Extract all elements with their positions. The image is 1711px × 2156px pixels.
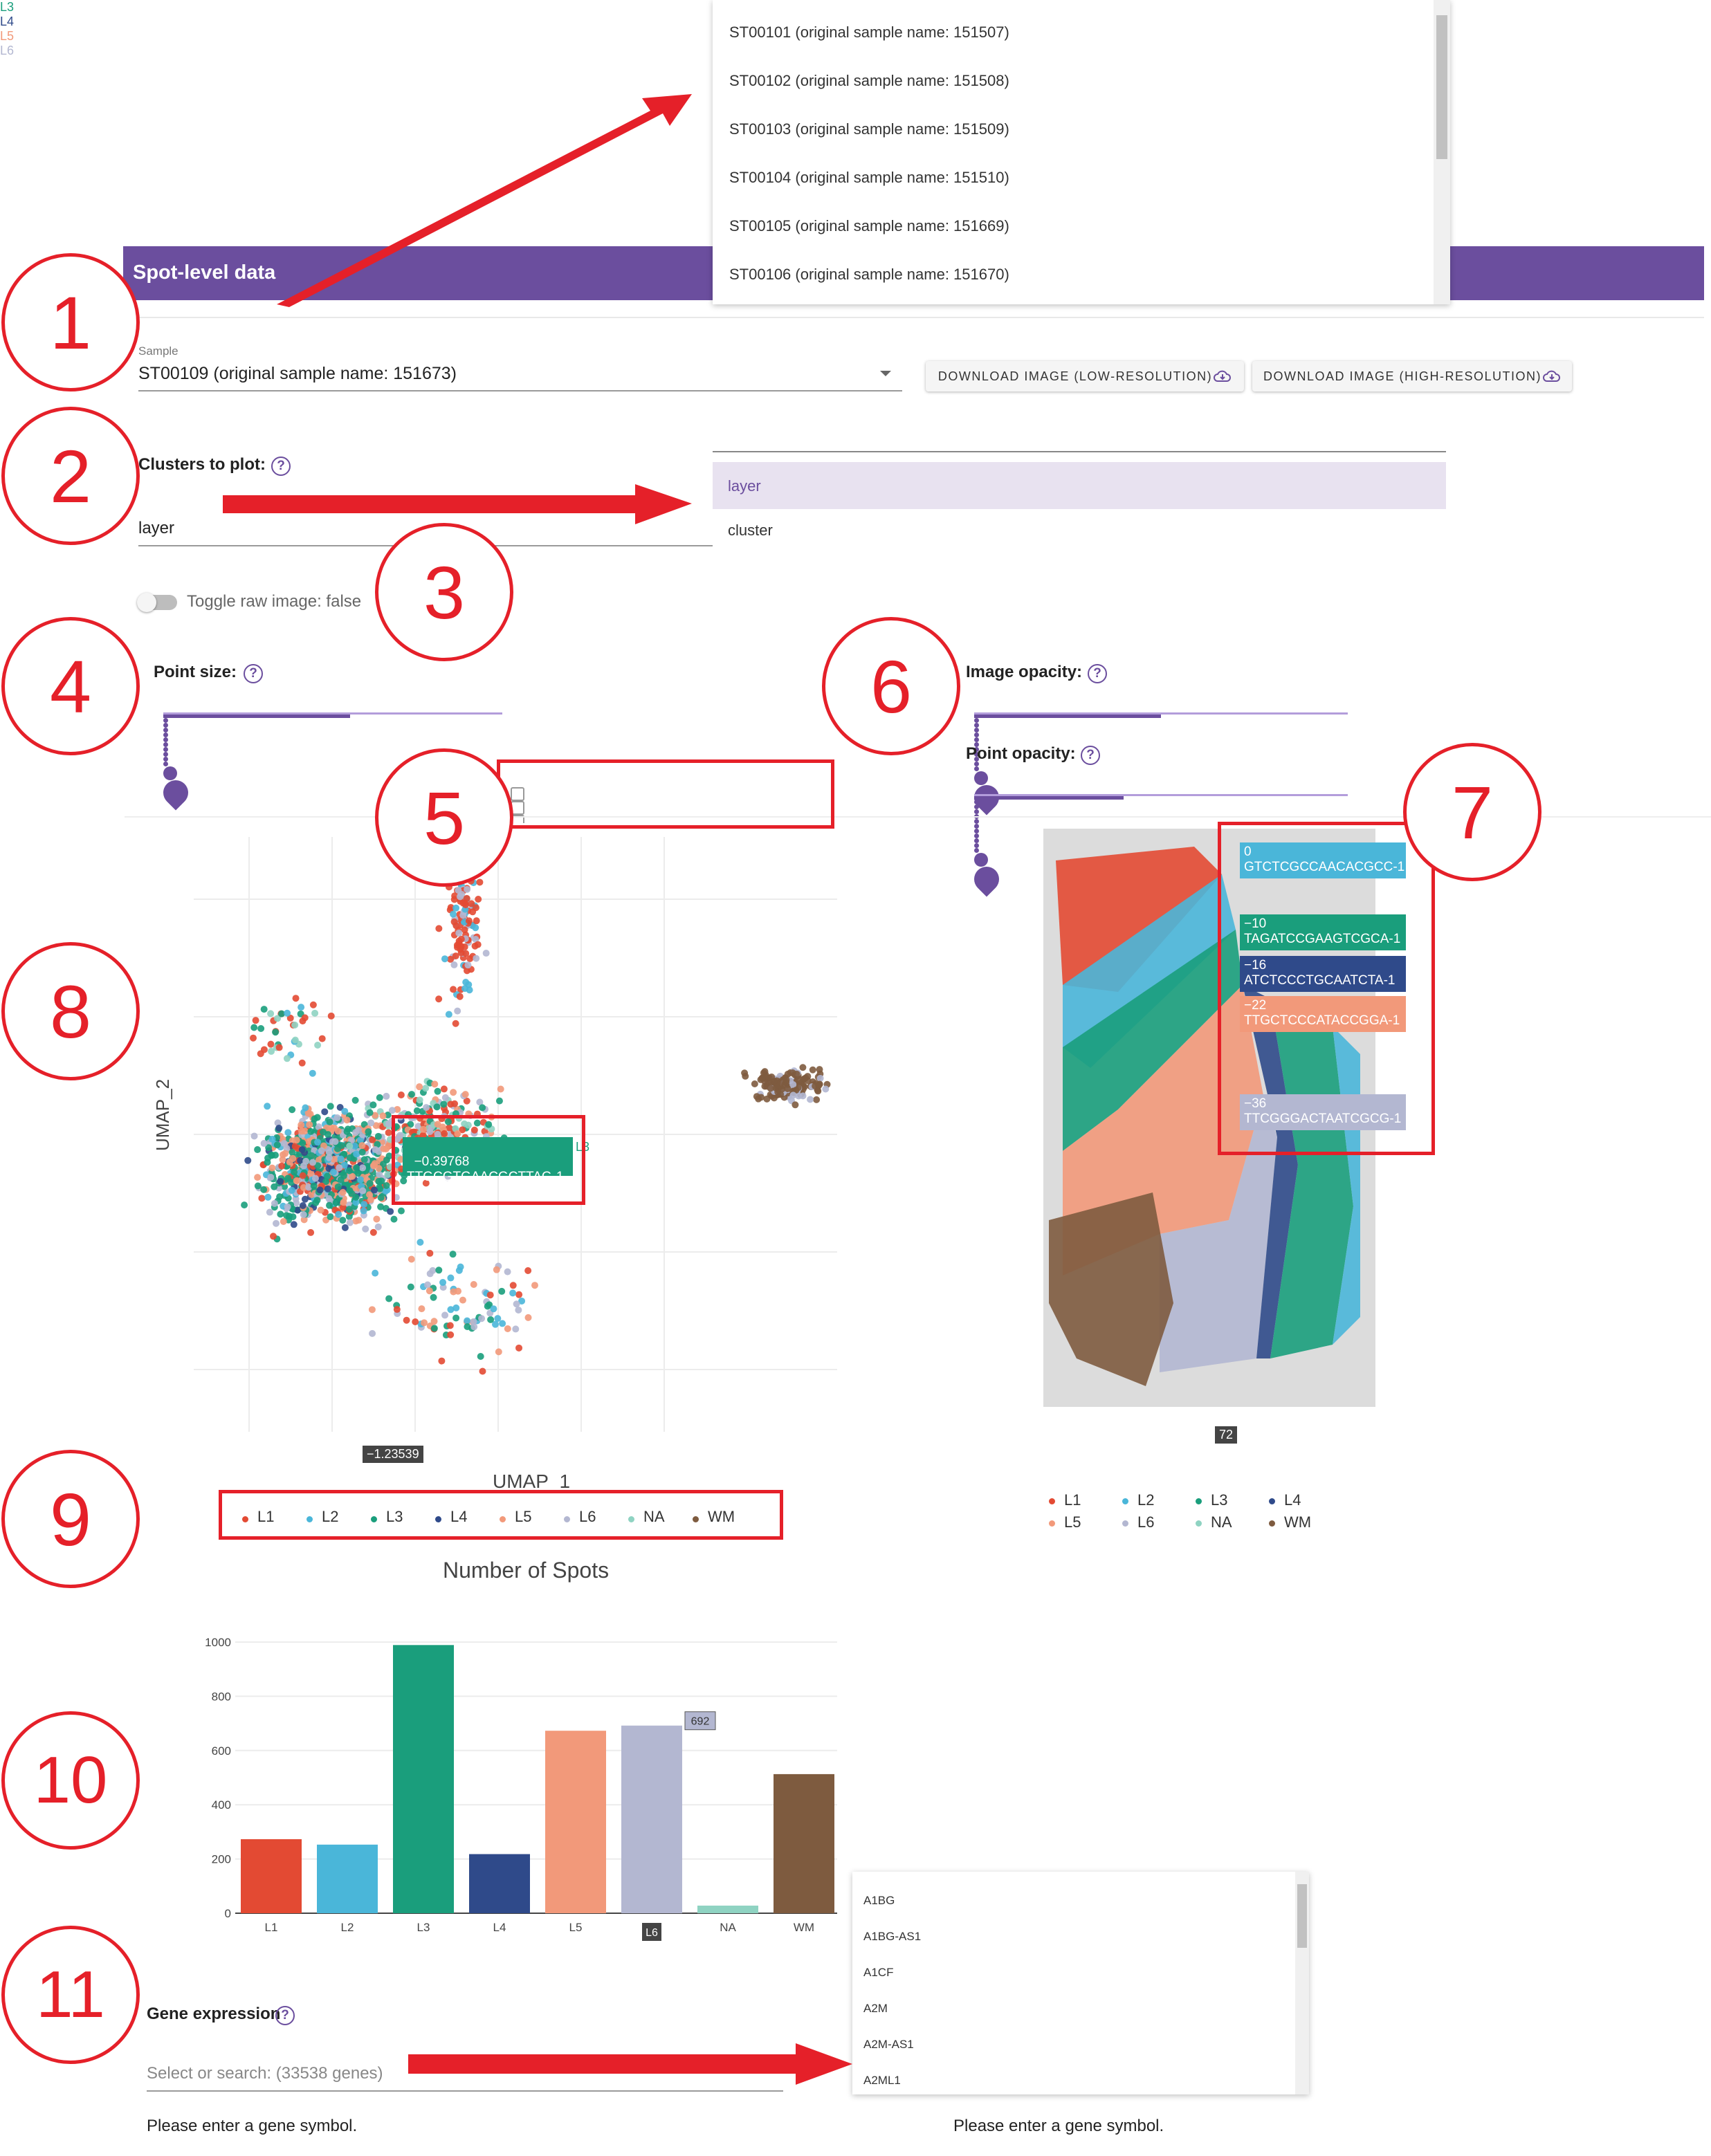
dropdown-scrollbar[interactable] — [1434, 0, 1450, 304]
annotation-marker: 8 — [1, 942, 140, 1080]
annotation-marker: 3 — [375, 523, 513, 661]
annotation-marker: 10 — [1, 1711, 140, 1850]
sample-option[interactable]: ST00103 (original sample name: 151509) — [729, 120, 1009, 138]
annotation-marker: 11 — [1, 1926, 140, 2064]
annotation-box-spatial-tooltips — [1218, 822, 1435, 1155]
annotation-box-toolbar — [497, 759, 834, 829]
sample-dropdown-overlay[interactable]: ST00101 (original sample name: 151507) ST… — [713, 0, 1450, 304]
annotation-marker: 5 — [375, 748, 513, 887]
annotation-marker: 4 — [1, 617, 140, 755]
sample-option[interactable]: ST00101 (original sample name: 151507) — [729, 24, 1009, 42]
annotation-marker: 1 — [1, 253, 140, 391]
annotation-box-umap-tooltip — [392, 1115, 585, 1205]
sample-option[interactable]: ST00104 (original sample name: 151510) — [729, 169, 1009, 187]
annotation-arrows — [223, 94, 852, 2085]
annotation-marker: 6 — [822, 617, 960, 755]
scroll-thumb[interactable] — [1436, 15, 1447, 159]
annotation-marker: 7 — [1403, 743, 1541, 881]
annotation-box-legend — [219, 1490, 783, 1540]
annotation-marker: 2 — [1, 407, 140, 545]
sample-option[interactable]: ST00102 (original sample name: 151508) — [729, 72, 1009, 90]
annotation-marker: 9 — [1, 1450, 140, 1588]
sample-option[interactable]: ST00106 (original sample name: 151670) — [729, 266, 1009, 284]
sample-option[interactable]: ST00105 (original sample name: 151669) — [729, 217, 1009, 235]
